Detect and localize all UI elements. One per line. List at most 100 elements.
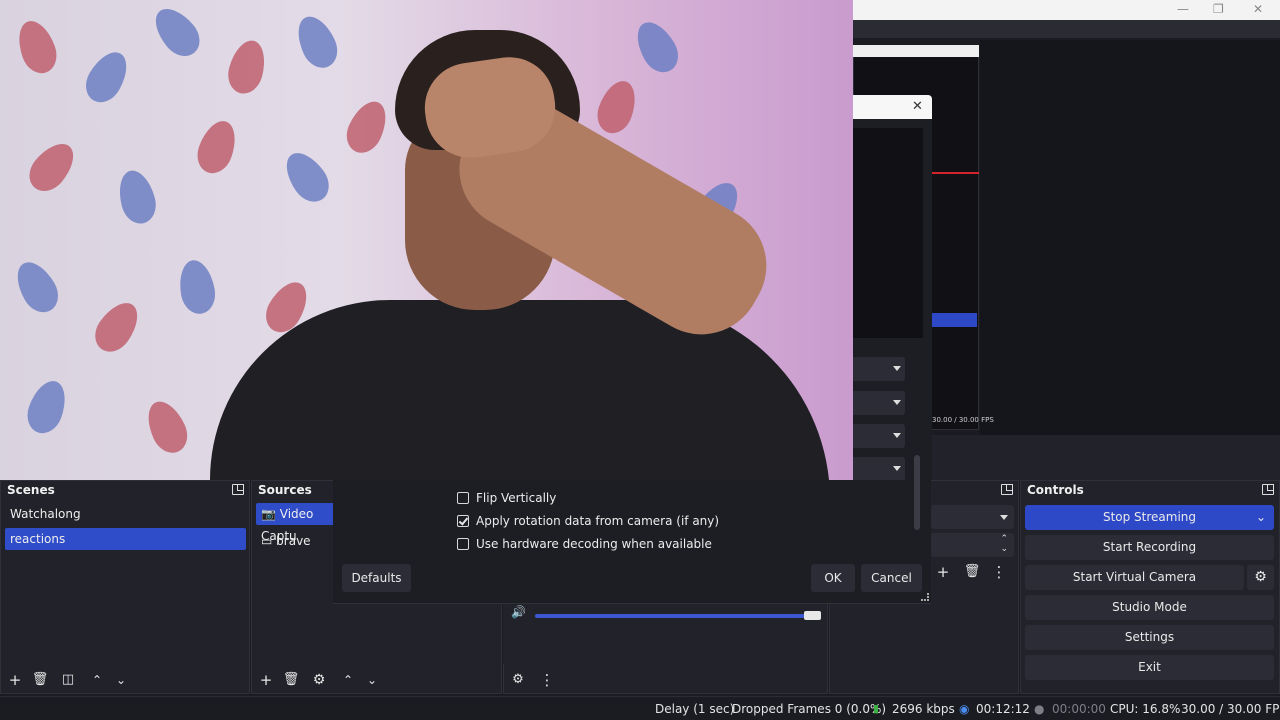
nested-selected-item — [932, 313, 977, 327]
window-icon: ▭ — [261, 534, 273, 548]
start-recording-button[interactable]: Start Recording — [1025, 535, 1274, 560]
properties-preview — [853, 128, 923, 338]
controls-title: Controls — [1027, 483, 1084, 497]
delay-status: Delay (1 sec) — [655, 702, 735, 716]
nested-red-line — [932, 172, 979, 174]
trash-icon[interactable]: 🗑 — [282, 671, 300, 689]
signal-bars-icon: ▮ — [873, 702, 880, 715]
status-bar: Delay (1 sec) Dropped Frames 0 (0.0%) ▮ … — [0, 696, 1280, 720]
hardware-decoding-checkbox[interactable] — [457, 538, 469, 550]
wallpaper-leaf — [175, 257, 219, 317]
gear-icon: ⚙ — [1254, 569, 1267, 585]
chevron-down-icon — [893, 466, 901, 471]
add-icon[interactable]: + — [257, 671, 275, 689]
chevron-down-icon — [893, 400, 901, 405]
menu-bar — [853, 20, 1280, 38]
dialog-scrollbar[interactable] — [914, 455, 920, 530]
resize-grip-icon[interactable] — [921, 593, 929, 601]
properties-dropdown[interactable] — [853, 424, 905, 448]
volume-slider[interactable] — [535, 614, 815, 618]
studio-mode-button[interactable]: Studio Mode — [1025, 595, 1274, 620]
add-icon[interactable]: + — [6, 671, 24, 689]
scenes-toolbar: + 🗑 ◫ ⌃ ⌄ — [1, 667, 249, 693]
transition-select[interactable] — [931, 505, 1014, 529]
wallpaper-leaf — [21, 375, 73, 439]
wallpaper-leaf — [113, 166, 161, 228]
scene-item-reactions[interactable]: reactions — [5, 528, 246, 550]
filter-icon[interactable]: ◫ — [59, 671, 77, 689]
chevron-down-icon — [893, 433, 901, 438]
wallpaper-leaf — [78, 45, 136, 109]
hardware-decoding-label: Use hardware decoding when available — [476, 537, 712, 551]
wallpaper-leaf — [290, 10, 344, 74]
undock-icon[interactable] — [232, 484, 244, 495]
source-item-video-capture[interactable]: 📷 Video Captu — [256, 503, 338, 543]
settings-button[interactable]: Settings — [1025, 625, 1274, 650]
apply-rotation-checkbox[interactable] — [457, 515, 469, 527]
duration-spinbox[interactable]: ⌃ ⌄ — [931, 533, 1014, 557]
gear-icon[interactable]: ⚙ — [310, 671, 328, 689]
wallpaper-leaf — [21, 135, 83, 199]
virtual-camera-settings-button[interactable]: ⚙ — [1247, 565, 1274, 590]
wallpaper-leaf — [140, 395, 194, 459]
flip-vertically-option[interactable]: Flip Vertically — [457, 490, 556, 508]
wallpaper-leaf — [8, 255, 66, 319]
stop-streaming-label: Stop Streaming — [1102, 510, 1197, 524]
close-icon[interactable]: ✕ — [1253, 2, 1263, 16]
wallpaper-leaf — [223, 36, 271, 98]
defaults-button[interactable]: Defaults — [342, 564, 411, 592]
chevron-down-icon[interactable]: ⌄ — [1000, 544, 1008, 554]
cancel-button[interactable]: Cancel — [861, 564, 922, 592]
add-icon[interactable]: + — [934, 563, 952, 581]
trash-icon[interactable]: 🗑 — [963, 563, 981, 581]
gear-icon[interactable]: ⚙ — [509, 671, 527, 689]
move-down-icon[interactable]: ⌄ — [363, 671, 381, 689]
controls-header: Controls — [1021, 481, 1279, 499]
wallpaper-leaf — [591, 75, 643, 139]
trash-icon[interactable]: 🗑 — [31, 671, 49, 689]
camera-icon: 📷 — [261, 507, 276, 521]
fps-status: 30.00 / 30.00 FPS — [1181, 702, 1280, 716]
more-icon[interactable]: ⋮ — [990, 563, 1008, 581]
stop-streaming-button[interactable]: Stop Streaming ⌄ — [1025, 505, 1274, 530]
apply-rotation-option[interactable]: Apply rotation data from camera (if any) — [457, 513, 719, 531]
move-up-icon[interactable]: ⌃ — [339, 671, 357, 689]
start-virtual-camera-button[interactable]: Start Virtual Camera — [1025, 565, 1244, 590]
volume-icon[interactable]: 🔊 — [511, 605, 526, 619]
properties-dropdown[interactable] — [853, 457, 905, 481]
move-down-icon[interactable]: ⌄ — [112, 671, 130, 689]
chevron-down-icon — [1000, 515, 1008, 520]
undock-icon[interactable] — [1262, 484, 1274, 495]
wallpaper-leaf — [191, 115, 243, 179]
scenes-header: Scenes — [1, 481, 249, 499]
chevron-up-icon[interactable]: ⌃ — [1000, 534, 1008, 544]
flip-vertically-checkbox[interactable] — [457, 492, 469, 504]
wallpaper-leaf — [146, 0, 208, 64]
wallpaper-leaf — [11, 15, 63, 79]
source-item-brave[interactable]: ▭ brave — [256, 530, 338, 552]
sources-toolbar: + 🗑 ⚙ ⌃ ⌄ — [252, 667, 501, 693]
source-label: brave — [276, 534, 311, 548]
record-time-status: 00:00:00 — [1052, 702, 1106, 716]
minimize-icon[interactable]: — — [1177, 2, 1189, 16]
scene-item-watchalong[interactable]: Watchalong — [5, 503, 246, 525]
undock-icon[interactable] — [1001, 484, 1013, 495]
hardware-decoding-option[interactable]: Use hardware decoding when available — [457, 536, 712, 554]
chevron-down-icon[interactable]: ⌄ — [1256, 505, 1266, 530]
exit-button[interactable]: Exit — [1025, 655, 1274, 680]
audio-mixer-channel — [503, 604, 827, 664]
close-icon[interactable]: ✕ — [912, 99, 923, 114]
move-up-icon[interactable]: ⌃ — [88, 671, 106, 689]
ok-button[interactable]: OK — [811, 564, 855, 592]
maximize-icon[interactable]: ❐ — [1213, 2, 1224, 16]
properties-dropdown[interactable] — [853, 391, 905, 415]
sources-title: Sources — [258, 483, 312, 497]
flip-vertically-label: Flip Vertically — [476, 491, 557, 505]
properties-dropdown[interactable] — [853, 357, 905, 381]
wallpaper-leaf — [340, 95, 394, 159]
wallpaper-leaf — [277, 145, 337, 209]
volume-slider-handle[interactable] — [804, 611, 821, 620]
cpu-status: CPU: 16.8% — [1110, 702, 1181, 716]
camera-preview — [0, 0, 853, 480]
more-icon[interactable]: ⋮ — [538, 671, 556, 689]
